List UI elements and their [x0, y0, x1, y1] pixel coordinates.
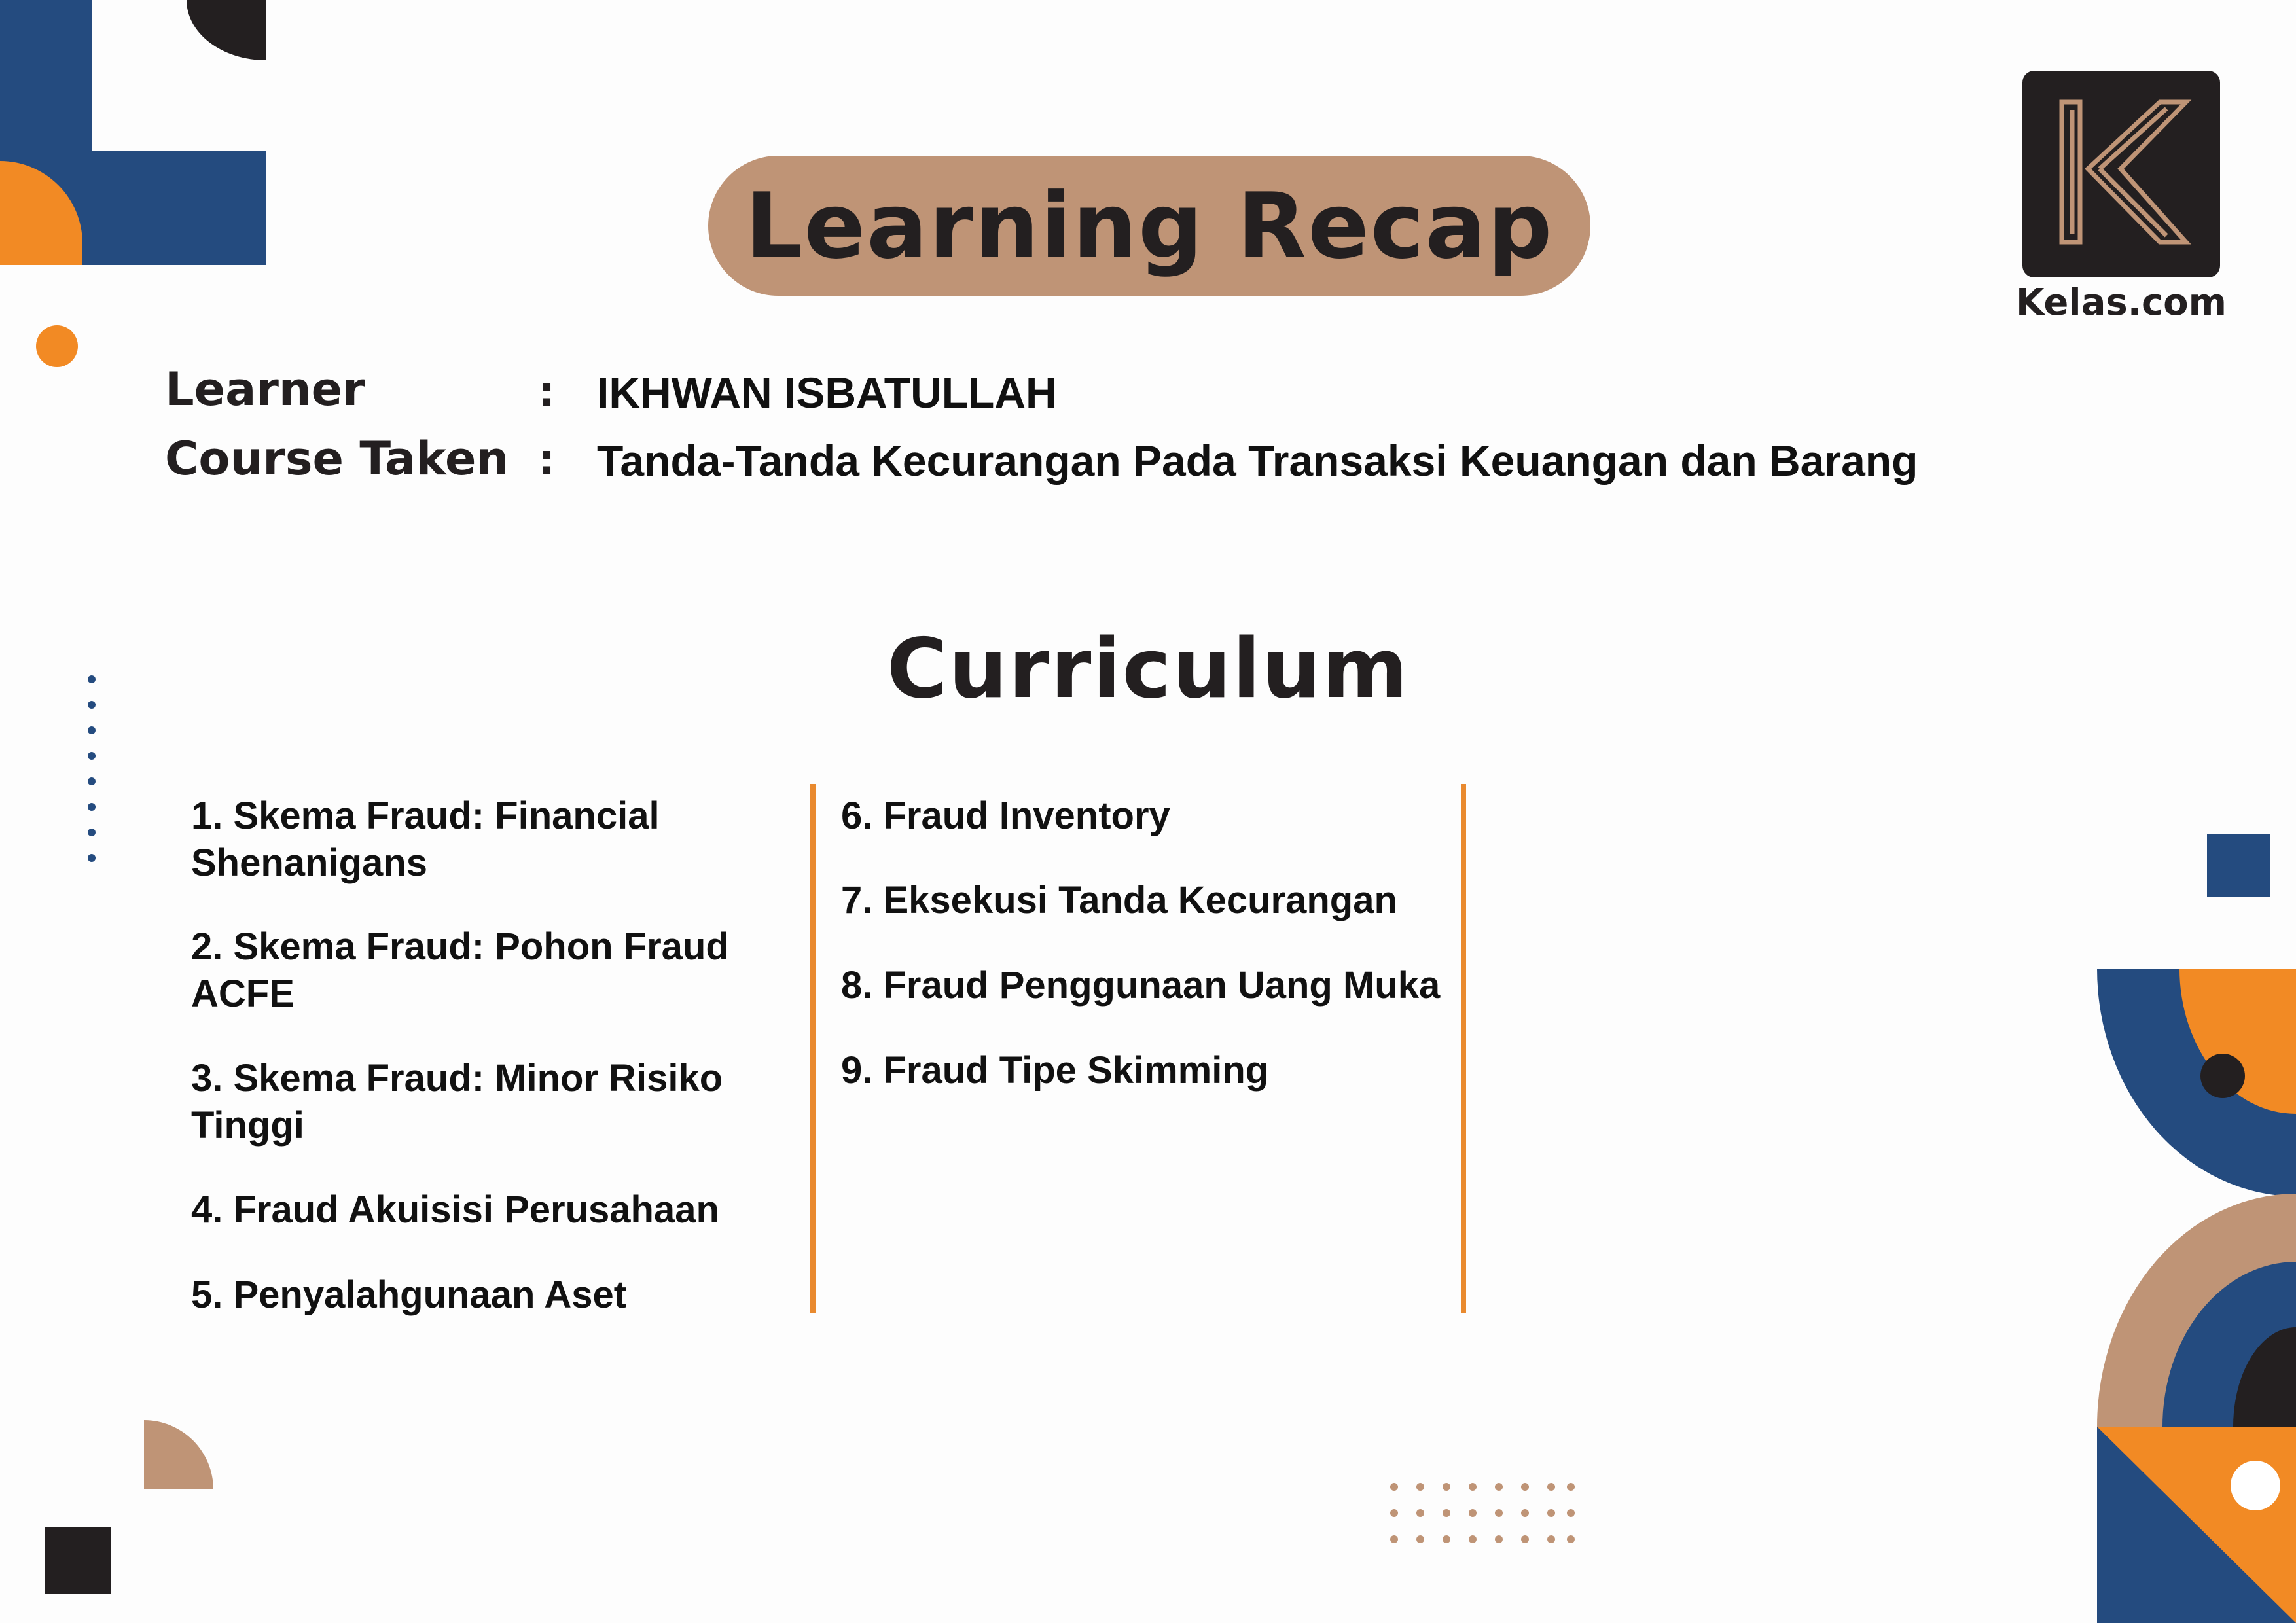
curriculum-item: 5. Penyalahgunaan Aset [191, 1274, 627, 1316]
bottom-dot-grid-decoration [1390, 1483, 1575, 1543]
left-dotted-line-decoration [88, 675, 96, 862]
black-square-decoration [45, 1527, 111, 1594]
course-separator: : [538, 435, 556, 485]
curriculum-heading: Curriculum [886, 620, 1410, 717]
brand-name: Kelas.com [2016, 281, 2227, 324]
curriculum-item: 6. Fraud Inventory [841, 794, 1170, 837]
curriculum-item: 7. Eksekusi Tanda Kecurangan [841, 879, 1397, 921]
curriculum-item: 8. Fraud Penggunaan Uang Muka [841, 964, 1441, 1007]
curriculum-item: 2. Skema Fraud: Pohon Fraud ACFE [191, 925, 729, 1015]
right-side-decoration [2097, 969, 2296, 1623]
curriculum-item: 4. Fraud Akuisisi Perusahaan [191, 1188, 719, 1231]
k-logo-icon [2059, 99, 2192, 245]
course-name: Tanda-Tanda Kecurangan Pada Transaksi Ke… [597, 437, 1918, 485]
curriculum-item: 3. Skema Fraud: Minor Risiko Tinggi [191, 1057, 723, 1147]
title-banner: Learning Recap [708, 156, 1590, 296]
learning-recap-certificate: Learning Recap Kelas.com Learner : IKHWA… [0, 0, 2296, 1623]
orange-dot-decoration [36, 325, 78, 367]
learner-label: Learner [165, 363, 365, 416]
top-left-decoration [0, 0, 266, 265]
learner-name: IKHWAN ISBATULLAH [597, 368, 1057, 417]
column-divider-left [810, 784, 816, 1313]
navy-square-decoration [2207, 834, 2270, 897]
curriculum-item: 9. Fraud Tipe Skimming [841, 1049, 1269, 1092]
brand-logo [2022, 71, 2220, 277]
course-label: Course Taken [165, 432, 509, 486]
learner-separator: : [538, 366, 556, 417]
curriculum-item: 1. Skema Fraud: Financial Shenanigans [191, 794, 660, 884]
tan-quarter-circle-decoration [144, 1420, 213, 1489]
page-title: Learning Recap [745, 173, 1554, 279]
